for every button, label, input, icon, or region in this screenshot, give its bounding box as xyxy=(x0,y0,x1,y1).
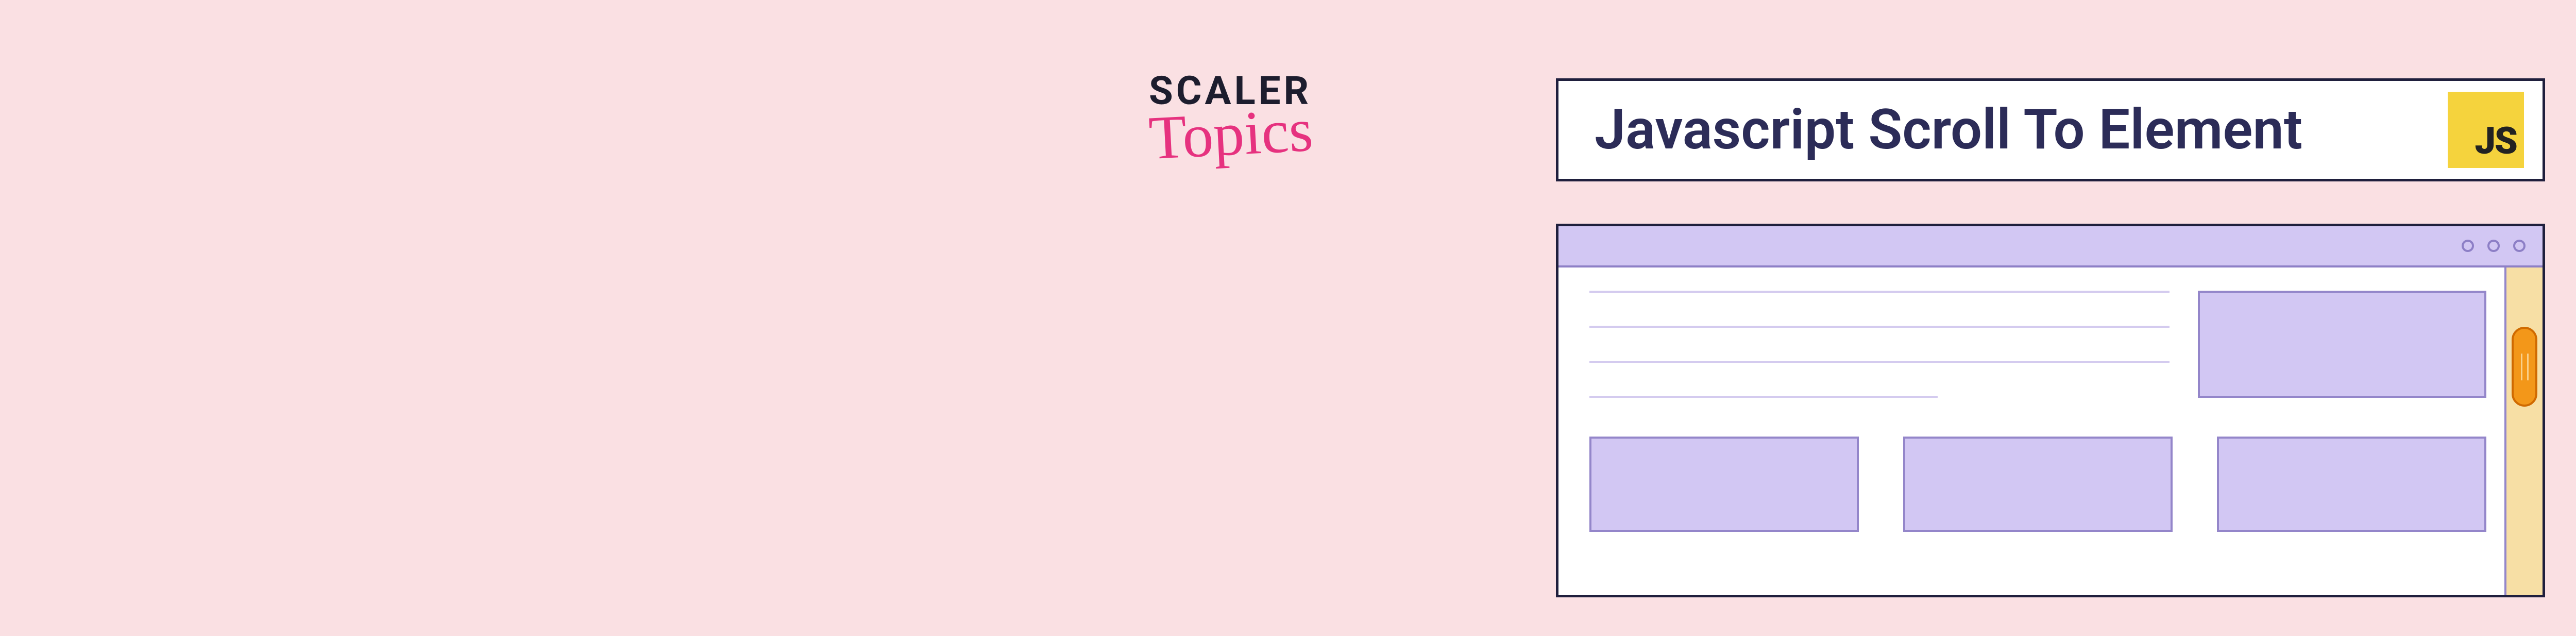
text-line xyxy=(1589,326,2170,328)
browser-mockup xyxy=(1556,224,2545,597)
text-line xyxy=(1589,361,2170,363)
browser-body xyxy=(1558,267,2543,595)
scrollbar-track[interactable] xyxy=(2504,267,2543,595)
window-control-icon xyxy=(2462,240,2474,252)
content-card xyxy=(1903,437,2173,532)
logo-topics-text: Topics xyxy=(1148,108,1314,160)
scrollbar-thumb[interactable] xyxy=(2512,327,2537,407)
window-control-icon xyxy=(2513,240,2526,252)
page-title: Javascript Scroll To Element xyxy=(1595,97,2302,162)
logo: SCALER Topics xyxy=(1149,71,1313,157)
title-bar: Javascript Scroll To Element JS xyxy=(1556,78,2545,181)
content-card xyxy=(2217,437,2486,532)
content-area xyxy=(1558,267,2504,595)
js-badge-text: JS xyxy=(2475,119,2517,163)
text-line xyxy=(1589,291,2170,293)
text-line xyxy=(1589,396,1938,398)
browser-titlebar xyxy=(1558,226,2543,267)
grip-icon xyxy=(2527,354,2529,380)
window-control-icon xyxy=(2487,240,2500,252)
feature-box xyxy=(2198,291,2486,398)
grip-icon xyxy=(2521,354,2522,380)
text-lines xyxy=(1589,291,2170,398)
js-badge: JS xyxy=(2448,92,2524,168)
content-card xyxy=(1589,437,1859,532)
